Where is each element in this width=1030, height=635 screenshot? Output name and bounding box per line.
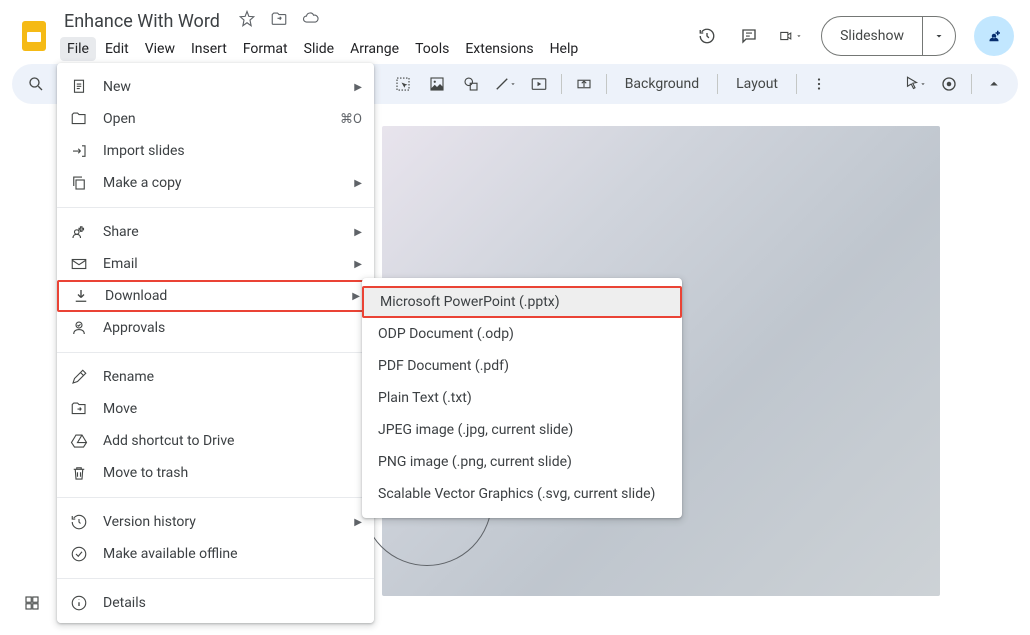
email-icon [69,254,89,274]
menu-add-shortcut[interactable]: Add shortcut to Drive [57,425,374,457]
menu-email[interactable]: Email ▶ [57,248,374,280]
menu-offline[interactable]: Make available offline [57,538,374,570]
menu-edit[interactable]: Edit [98,37,136,61]
menu-view[interactable]: View [138,37,182,61]
download-svg[interactable]: Scalable Vector Graphics (.svg, current … [362,478,682,510]
slideshow-button: Slideshow [821,16,956,56]
rename-icon [69,367,89,387]
menu-make-copy[interactable]: Make a copy ▶ [57,167,374,199]
menu-details[interactable]: Details [57,587,374,619]
menu-approvals[interactable]: Approvals [57,312,374,344]
download-jpg[interactable]: JPEG image (.jpg, current slide) [362,414,682,446]
copy-icon [69,173,89,193]
separator [717,74,718,94]
share-button[interactable] [974,16,1014,56]
record-icon[interactable] [933,68,965,100]
menu-import-slides[interactable]: Import slides [57,135,374,167]
separator [57,497,374,498]
cursor-icon[interactable] [899,68,931,100]
share-icon [69,222,89,242]
search-icon[interactable] [20,68,52,100]
menu-bar: File Edit View Insert Format Slide Arran… [60,35,695,63]
download-pptx[interactable]: Microsoft PowerPoint (.pptx) [362,286,682,318]
menu-extensions[interactable]: Extensions [458,37,540,61]
menu-open[interactable]: Open ⌘O [57,103,374,135]
menu-rename[interactable]: Rename [57,361,374,393]
separator [561,74,562,94]
separator [606,74,607,94]
menu-format[interactable]: Format [236,37,295,61]
more-icon[interactable] [803,68,835,100]
star-icon[interactable] [238,10,256,33]
image-icon[interactable] [421,68,453,100]
separator [57,578,374,579]
menu-move[interactable]: Move [57,393,374,425]
menu-version-history[interactable]: Version history ▶ [57,506,374,538]
chevron-right-icon: ▶ [354,517,362,528]
doc-title[interactable]: Enhance With Word [64,11,220,32]
history-icon [69,512,89,532]
slides-logo[interactable] [16,18,52,54]
layout-button[interactable]: Layout [724,76,790,92]
chevron-right-icon: ▶ [352,291,360,302]
menu-help[interactable]: Help [543,37,586,61]
menu-tools[interactable]: Tools [408,37,456,61]
separator [796,74,797,94]
drive-icon [69,431,89,451]
line-icon[interactable] [489,68,521,100]
menu-arrange[interactable]: Arrange [343,37,406,61]
shape-icon[interactable] [455,68,487,100]
menu-share[interactable]: Share ▶ [57,216,374,248]
download-png[interactable]: PNG image (.png, current slide) [362,446,682,478]
present-icon[interactable] [779,24,803,48]
download-pdf[interactable]: PDF Document (.pdf) [362,350,682,382]
background-button[interactable]: Background [613,76,711,92]
file-dropdown: New ▶ Open ⌘O Import slides Make a copy … [57,63,374,623]
approvals-icon [69,318,89,338]
download-odp[interactable]: ODP Document (.odp) [362,318,682,350]
collapse-icon[interactable] [978,68,1010,100]
folder-icon [69,109,89,129]
move-folder-icon [69,399,89,419]
video-icon[interactable] [523,68,555,100]
separator [57,352,374,353]
explore-icon[interactable] [12,583,52,623]
select-icon[interactable] [387,68,419,100]
menu-download[interactable]: Download ▶ [57,280,374,312]
cloud-icon[interactable] [302,10,320,33]
slideshow-dropdown[interactable] [922,17,955,55]
download-txt[interactable]: Plain Text (.txt) [362,382,682,414]
separator [57,207,374,208]
chevron-right-icon: ▶ [354,82,362,93]
comment-icon[interactable] [737,24,761,48]
separator [971,74,972,94]
document-icon [69,77,89,97]
import-icon [69,141,89,161]
download-submenu: Microsoft PowerPoint (.pptx) ODP Documen… [362,278,682,518]
chevron-right-icon: ▶ [354,227,362,238]
offline-icon [69,544,89,564]
chevron-right-icon: ▶ [354,259,362,270]
textbox-icon[interactable] [568,68,600,100]
menu-slide[interactable]: Slide [297,37,341,61]
move-icon[interactable] [270,10,288,33]
info-icon [69,593,89,613]
menu-new[interactable]: New ▶ [57,71,374,103]
history-icon[interactable] [695,24,719,48]
menu-insert[interactable]: Insert [184,37,234,61]
chevron-right-icon: ▶ [354,178,362,189]
slideshow-main[interactable]: Slideshow [822,17,922,55]
menu-move-trash[interactable]: Move to trash [57,457,374,489]
menu-file[interactable]: File [60,37,96,61]
download-icon [71,286,91,306]
trash-icon [69,463,89,483]
